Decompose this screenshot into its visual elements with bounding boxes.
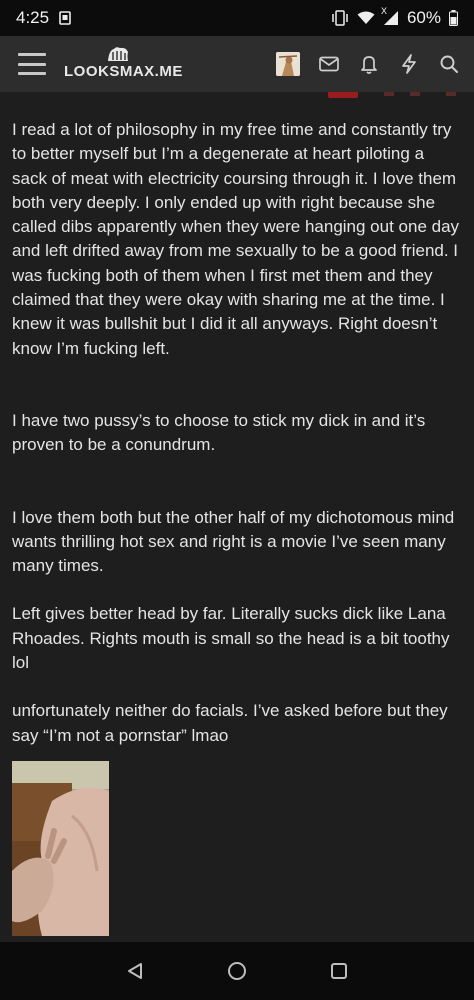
back-button[interactable] xyxy=(123,959,147,983)
wifi-icon xyxy=(357,11,375,25)
status-bar: 4:25 X 60% xyxy=(0,0,474,36)
hamburger-menu-button[interactable] xyxy=(18,53,46,75)
vibrate-icon xyxy=(331,10,349,26)
status-right: X 60% xyxy=(331,6,458,28)
post-image[interactable] xyxy=(12,760,109,936)
system-nav-bar xyxy=(0,942,474,1000)
header-actions xyxy=(276,52,460,76)
network-label: X xyxy=(380,6,387,16)
battery-percent: 60% xyxy=(406,8,441,27)
search-icon[interactable] xyxy=(438,53,460,75)
home-button[interactable] xyxy=(225,959,249,983)
hamburger-bar xyxy=(18,72,46,75)
hamburger-bar xyxy=(18,62,46,66)
post-action-icon xyxy=(410,92,420,96)
bell-icon[interactable] xyxy=(358,53,380,75)
post-meta-strip xyxy=(0,92,474,102)
recents-button[interactable] xyxy=(327,959,351,983)
new-badge xyxy=(328,92,358,98)
post-paragraph: I read a lot of philosophy in my free ti… xyxy=(12,120,460,358)
logo-crown-icon xyxy=(108,47,128,61)
post-paragraph: unfortunately neither do facials. I’ve a… xyxy=(12,701,448,745)
post-content: I read a lot of philosophy in my free ti… xyxy=(0,92,474,942)
logo-text: LOOKSMAX.ME xyxy=(64,63,183,80)
post-action-icon xyxy=(446,92,456,96)
site-logo[interactable]: LOOKSMAX.ME xyxy=(64,42,182,86)
post-action-icon xyxy=(384,92,394,96)
post-body: I read a lot of philosophy in my free ti… xyxy=(0,102,474,936)
post-paragraph: I have two pussy’s to choose to stick my… xyxy=(12,410,426,455)
envelope-icon[interactable] xyxy=(318,53,340,75)
site-header: LOOKSMAX.ME xyxy=(0,36,474,92)
lightning-icon[interactable] xyxy=(398,53,420,75)
status-time: 4:25 xyxy=(16,8,50,27)
post-paragraph: I love them both but the other half of m… xyxy=(12,507,455,576)
post-paragraph: Left gives better head by far. Literally… xyxy=(12,604,450,673)
cellular-signal-icon: X xyxy=(381,6,399,26)
battery-icon xyxy=(449,10,458,26)
user-avatar[interactable] xyxy=(276,52,300,76)
hamburger-bar xyxy=(18,53,46,56)
notification-icon xyxy=(59,11,71,25)
